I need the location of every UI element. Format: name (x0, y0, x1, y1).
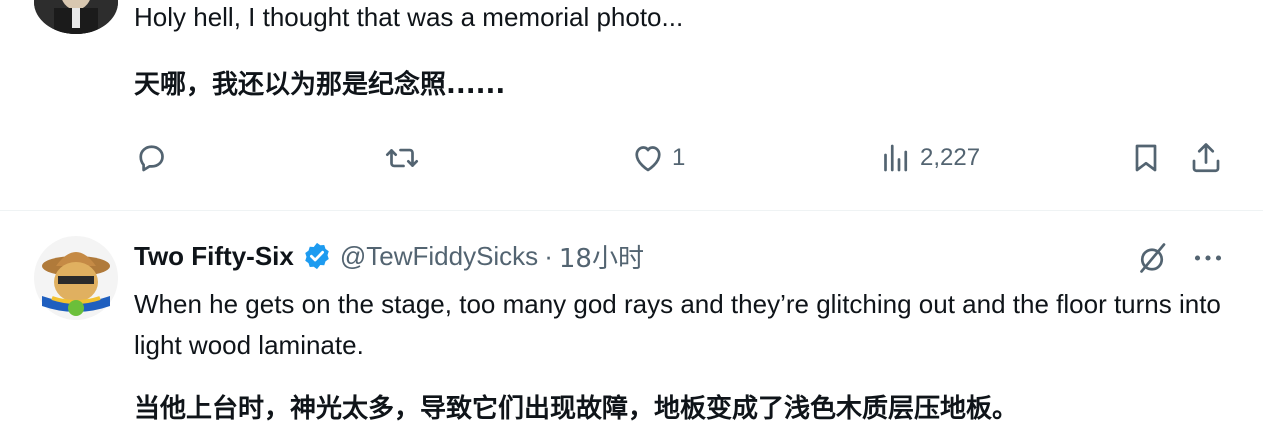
share-icon (1192, 143, 1220, 173)
views-icon (884, 144, 908, 172)
like-button[interactable]: 1 (630, 140, 685, 176)
grok-button[interactable] (1134, 240, 1170, 276)
avatar[interactable] (34, 236, 118, 320)
avatar[interactable] (34, 0, 118, 34)
like-count: 1 (672, 144, 686, 171)
tweet-divider (0, 210, 1263, 211)
user-handle[interactable]: @TewFiddySicks (340, 241, 538, 272)
retweet-button[interactable] (384, 140, 426, 176)
reply-button[interactable] (134, 140, 176, 176)
tweet-text-translation: 当他上台时，神光太多，导致它们出现故障，地板变成了浅色木质层压地板。 (134, 394, 1019, 424)
tweet-text-translation: 天哪，我还以为那是纪念照...... (134, 70, 506, 100)
tweet-header: Two Fifty-Six @TewFiddySicks · 18小时 (134, 236, 644, 276)
timestamp[interactable]: 18小时 (559, 238, 644, 275)
tweet-action-bar: 1 2,227 (0, 140, 1263, 188)
tweet-text-english: When he gets on the stage, too many god … (134, 289, 1221, 360)
more-options-button[interactable] (1190, 240, 1226, 276)
tweet-text-english: Holy hell, I thought that was a memorial… (134, 2, 684, 32)
display-name[interactable]: Two Fifty-Six (134, 241, 294, 272)
views-button[interactable]: 2,227 (878, 140, 980, 176)
reply-icon (139, 145, 164, 172)
like-icon (635, 146, 661, 172)
views-count: 2,227 (920, 144, 981, 171)
more-icon (1194, 255, 1222, 261)
grok-icon (1140, 243, 1166, 273)
avatar-image (34, 236, 118, 320)
bookmark-button[interactable] (1128, 140, 1164, 176)
verified-badge-icon (305, 242, 329, 270)
share-button[interactable] (1188, 140, 1224, 176)
retweet-icon (385, 148, 419, 168)
bookmark-icon (1135, 144, 1157, 172)
avatar-image (34, 0, 118, 34)
header-separator: · (544, 240, 553, 271)
